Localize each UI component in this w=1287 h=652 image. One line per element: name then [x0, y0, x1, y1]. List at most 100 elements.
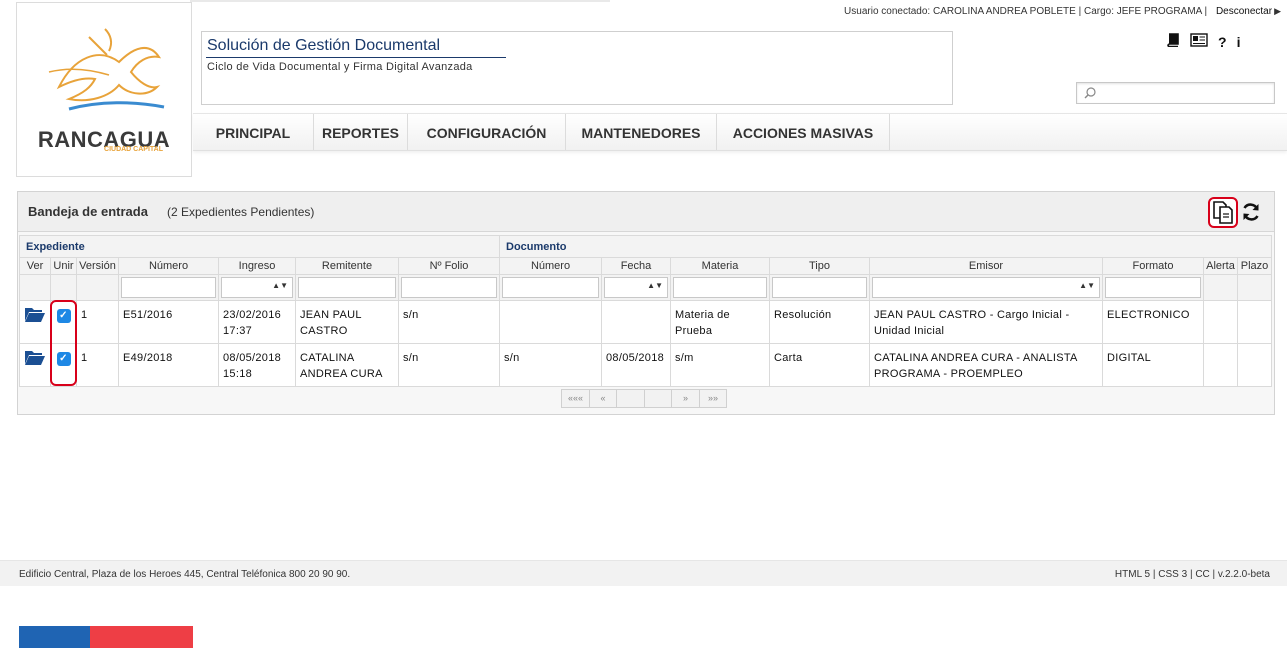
pager-first-button[interactable]: «««: [561, 389, 590, 408]
cell-fecha: [601, 300, 671, 344]
inbox-table: Expediente Documento Ver Unir Versión Nú…: [19, 235, 1272, 387]
cell-tipo: Carta: [769, 343, 870, 387]
folder-open-icon[interactable]: [24, 305, 46, 323]
footer-version: HTML 5 | CSS 3 | CC | v.2.2.0-beta: [1114, 569, 1270, 580]
logout-link[interactable]: Desconectar: [1216, 6, 1272, 17]
cell-alerta: [1203, 343, 1238, 387]
filter-empty: [1237, 274, 1272, 301]
cell-folio: s/n: [398, 300, 500, 344]
col-folio[interactable]: Nº Folio: [398, 257, 500, 275]
cell-formato: DIGITAL: [1102, 343, 1204, 387]
cell-numero: E49/2018: [118, 343, 219, 387]
filter-row: ▲▼ ▲▼ ▲▼: [19, 274, 1272, 301]
merge-copy-button[interactable]: [1208, 197, 1238, 228]
footer-address: Edificio Central, Plaza de los Heroes 44…: [19, 569, 351, 580]
cell-version: 1: [76, 343, 119, 387]
refresh-icon[interactable]: [1241, 202, 1261, 222]
title-underline: [206, 57, 506, 58]
filter-formato-input[interactable]: [1105, 277, 1201, 298]
cell-emisor: CATALINA ANDREA CURA - ANALISTA PROGRAMA…: [869, 343, 1103, 387]
cell-materia: s/m: [670, 343, 770, 387]
col-materia[interactable]: Materia: [670, 257, 770, 275]
cell-folio: s/n: [398, 343, 500, 387]
top-divider: [190, 0, 610, 2]
col-doc-numero[interactable]: Número: [499, 257, 602, 275]
pending-count: (2 Expedientes Pendientes): [167, 205, 315, 219]
col-emisor[interactable]: Emisor: [869, 257, 1103, 275]
cell-ingreso: 08/05/2018 15:18: [218, 343, 296, 387]
header-icons: ? i: [1166, 33, 1240, 50]
cell-remitente: JEAN PAUL CASTRO: [295, 300, 399, 344]
app-subtitle: Ciclo de Vida Documental y Firma Digital…: [207, 61, 473, 73]
logo-tagline: CIUDAD CAPITAL: [104, 146, 163, 153]
search-icon: [1084, 87, 1096, 99]
cell-plazo: [1237, 300, 1272, 344]
pager-next-button[interactable]: »: [671, 389, 700, 408]
col-version[interactable]: Versión: [76, 257, 119, 275]
col-plazo[interactable]: Plazo: [1237, 257, 1272, 275]
pagination: ««« « » »»: [561, 389, 727, 408]
panel-title: Bandeja de entrada: [28, 204, 148, 219]
search-input[interactable]: [1101, 85, 1271, 101]
inbox-panel: Bandeja de entrada (2 Expedientes Pendie…: [17, 191, 1275, 415]
pager-page-box[interactable]: [616, 389, 645, 408]
filter-empty: [1203, 274, 1238, 301]
app-title: Solución de Gestión Documental: [207, 37, 441, 54]
logout-icon[interactable]: ▶: [1274, 6, 1281, 16]
filter-materia-input[interactable]: [673, 277, 767, 298]
nav-item-configuracion[interactable]: CONFIGURACIÓN: [408, 114, 566, 150]
main-nav: PRINCIPAL REPORTES CONFIGURACIÓN MANTENE…: [193, 113, 1287, 151]
nav-item-principal[interactable]: PRINCIPAL: [193, 114, 314, 150]
cell-doc-numero: [499, 300, 602, 344]
copy-icon: [1213, 201, 1233, 224]
panel-header: Bandeja de entrada (2 Expedientes Pendie…: [18, 192, 1274, 232]
cell-numero: E51/2016: [118, 300, 219, 344]
filter-numero-input[interactable]: [121, 277, 216, 298]
filter-doc-numero-input[interactable]: [502, 277, 599, 298]
group-documento: Documento: [499, 235, 1272, 258]
col-ver[interactable]: Ver: [19, 257, 51, 275]
app-title-box: Solución de Gestión Documental Ciclo de …: [201, 31, 953, 105]
pager-last-button[interactable]: »»: [699, 389, 727, 408]
pager-prev-button[interactable]: «: [589, 389, 617, 408]
filter-empty: [76, 274, 119, 301]
col-unir[interactable]: Unir: [50, 257, 77, 275]
filter-emisor-select[interactable]: ▲▼: [872, 277, 1100, 298]
horse-rider-logo-icon: [48, 28, 165, 111]
col-tipo[interactable]: Tipo: [769, 257, 870, 275]
filter-remitente-input[interactable]: [298, 277, 396, 298]
filter-empty: [19, 274, 51, 301]
nav-item-reportes[interactable]: REPORTES: [314, 114, 408, 150]
table-row: ✓ 1 E51/2016 23/02/2016 17:37 JEAN PAUL …: [19, 300, 1272, 344]
help-icon[interactable]: ?: [1218, 34, 1227, 50]
sort-arrows-icon: ▲▼: [647, 281, 663, 290]
unir-checkbox[interactable]: ✓: [56, 352, 71, 366]
filter-tipo-input[interactable]: [772, 277, 867, 298]
user-bar: Usuario conectado: CAROLINA ANDREA POBLE…: [844, 6, 1281, 17]
col-ingreso[interactable]: Ingreso: [218, 257, 296, 275]
cell-alerta: [1203, 300, 1238, 344]
nav-item-acciones-masivas[interactable]: ACCIONES MASIVAS: [717, 114, 890, 150]
flag-stripe-blue: [19, 626, 90, 648]
cell-version: 1: [76, 300, 119, 344]
sort-arrows-icon: ▲▼: [272, 281, 288, 290]
folder-open-icon[interactable]: [24, 348, 46, 366]
col-remitente[interactable]: Remitente: [295, 257, 399, 275]
info-icon[interactable]: i: [1237, 34, 1241, 50]
book-icon[interactable]: [1166, 33, 1180, 50]
page: Usuario conectado: CAROLINA ANDREA POBLE…: [0, 0, 1287, 652]
newspaper-icon[interactable]: [1190, 33, 1208, 50]
search-box[interactable]: [1076, 82, 1275, 104]
col-numero[interactable]: Número: [118, 257, 219, 275]
unir-checkbox[interactable]: ✓: [56, 309, 71, 323]
user-info: Usuario conectado: CAROLINA ANDREA POBLE…: [844, 6, 1208, 17]
table-row: ✓ 1 E49/2018 08/05/2018 15:18 CATALINA A…: [19, 343, 1272, 387]
filter-folio-input[interactable]: [401, 277, 497, 298]
pager-page-box[interactable]: [644, 389, 672, 408]
col-fecha[interactable]: Fecha: [601, 257, 671, 275]
filter-fecha-select[interactable]: ▲▼: [604, 277, 668, 298]
col-formato[interactable]: Formato: [1102, 257, 1204, 275]
filter-ingreso-select[interactable]: ▲▼: [221, 277, 293, 298]
nav-item-mantenedores[interactable]: MANTENEDORES: [566, 114, 717, 150]
col-alerta[interactable]: Alerta: [1203, 257, 1238, 275]
